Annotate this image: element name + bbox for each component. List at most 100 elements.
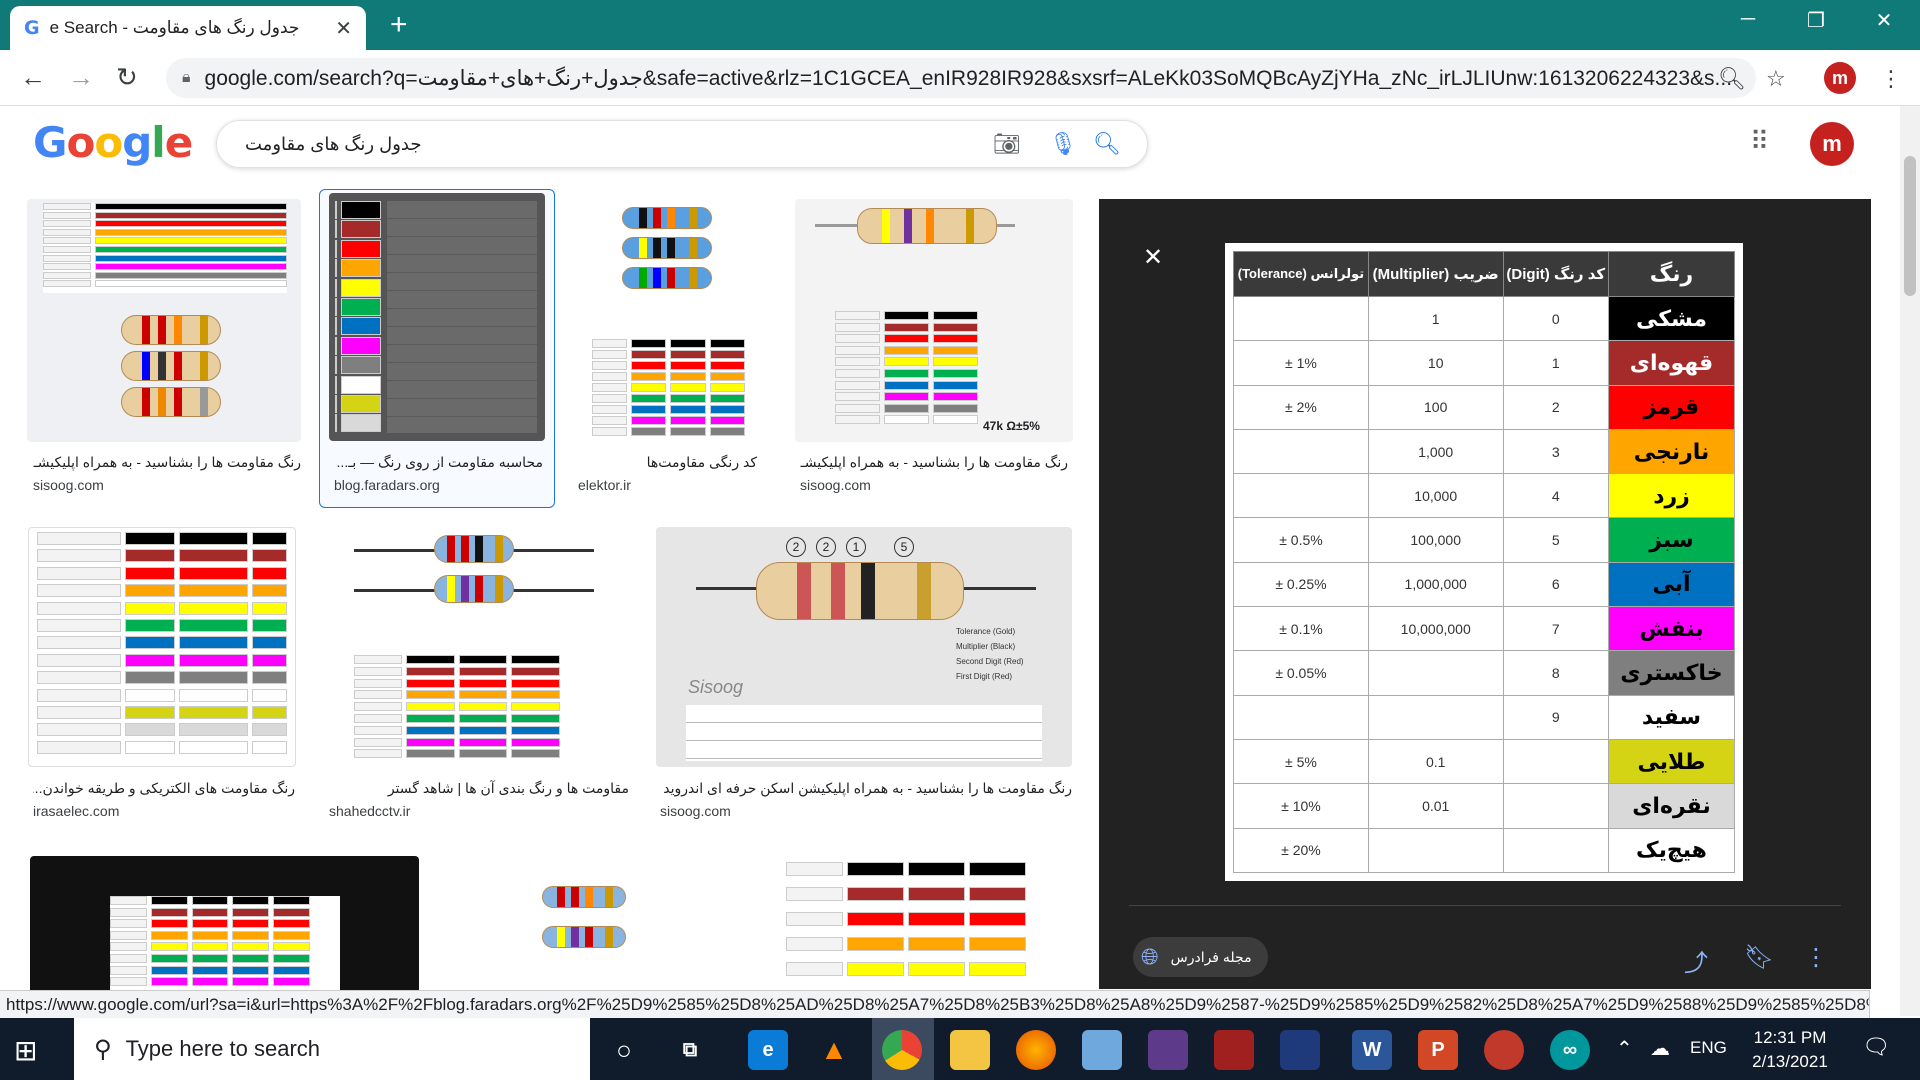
color-swatch <box>847 912 904 926</box>
resistor-drawing <box>121 315 221 345</box>
chevron-up-icon[interactable]: ⌃ <box>1616 1036 1633 1061</box>
color-swatch <box>835 334 880 344</box>
result-caption[interactable]: رنگ مقاومت ها را بشناسید - به همراه اپلی… <box>660 780 1072 797</box>
google-profile-avatar[interactable]: m <box>1810 122 1854 166</box>
lock-icon[interactable]: 🔒︎ <box>182 69 191 87</box>
file-explorer-icon[interactable] <box>950 1030 990 1070</box>
taskbar-search-box[interactable]: ⚲ Type here to search <box>74 1018 590 1080</box>
scrollbar-thumb[interactable] <box>1904 156 1916 296</box>
close-tab-icon[interactable]: ✕ <box>335 16 352 41</box>
firefox-icon[interactable] <box>1016 1030 1056 1070</box>
more-vert-icon[interactable]: ⋮ <box>1880 66 1902 92</box>
image-result-9[interactable] <box>452 856 716 990</box>
image-result-5[interactable] <box>28 527 296 767</box>
task-view-icon[interactable]: ⧉ <box>670 1030 710 1070</box>
browser-tab-active[interactable]: G e Search - جدول رنگ های مقاومت ✕ <box>10 6 366 50</box>
color-swatch <box>835 415 880 425</box>
more-vert-icon[interactable]: ⋮ <box>1804 943 1828 972</box>
result-caption[interactable]: کد رنگی مقاومت‌ها <box>577 454 757 471</box>
color-swatch <box>354 737 403 747</box>
color-swatch <box>406 690 455 700</box>
result-source[interactable]: sisoog.com <box>33 477 104 493</box>
close-icon[interactable]: ✕ <box>1143 243 1163 272</box>
search-box[interactable]: جدول رنگ های مقاومت 📷︎ 🎙︎ 🔍︎ <box>216 120 1148 168</box>
image-result-7[interactable]: 2215 Tolerance (Gold) Multiplier (Black) S… <box>656 527 1072 767</box>
close-window-icon[interactable]: ✕ <box>1864 8 1904 38</box>
image-result-2[interactable] <box>329 193 545 441</box>
game-icon[interactable] <box>1214 1030 1254 1070</box>
vlc-icon[interactable]: ▲ <box>814 1030 854 1070</box>
image-result-8[interactable] <box>30 856 419 990</box>
result-caption[interactable]: رنگ مقاومت ها را بشناسید - به همراه اپلی… <box>800 454 1068 471</box>
result-source[interactable]: shahedcctv.ir <box>329 803 410 819</box>
winrar-icon[interactable] <box>1148 1030 1188 1070</box>
image-result-4[interactable]: 47k Ω±5% <box>795 199 1073 442</box>
network-icon[interactable]: ☁︎ <box>1650 1036 1670 1061</box>
color-swatch <box>335 259 337 278</box>
notification-icon[interactable]: 🗨︎ <box>1862 1034 1890 1060</box>
color-swatch <box>709 416 745 425</box>
result-source[interactable]: sisoog.com <box>800 477 871 493</box>
game-icon[interactable] <box>1280 1030 1320 1070</box>
word-icon[interactable]: W <box>1352 1030 1392 1070</box>
color-swatch <box>191 965 229 975</box>
taskbar-search-input[interactable]: Type here to search <box>126 1036 320 1062</box>
camera-icon[interactable]: 📷︎ <box>993 131 1021 157</box>
zoom-icon[interactable]: 🔍︎ <box>1718 66 1746 92</box>
powerpoint-icon[interactable]: P <box>1418 1030 1458 1070</box>
language-indicator[interactable]: ENG <box>1690 1038 1727 1058</box>
color-swatch <box>335 298 381 316</box>
image-result-1[interactable] <box>27 199 301 442</box>
result-caption[interactable]: رنگ مقاومت ها را بشناسید - به همراه اپلی… <box>33 454 301 471</box>
color-swatch <box>95 246 287 253</box>
restore-icon[interactable]: ❐ <box>1796 8 1836 38</box>
color-code-grid-thumbnail <box>354 655 574 763</box>
color-swatch <box>335 336 337 355</box>
result-source[interactable]: blog.faradars.org <box>334 477 440 493</box>
edge-icon[interactable]: e <box>748 1030 788 1070</box>
color-swatch <box>125 706 175 719</box>
forward-arrow-icon[interactable]: → <box>68 62 94 93</box>
color-name-cell: آبی <box>1608 561 1735 608</box>
image-result-6[interactable] <box>324 527 628 767</box>
color-swatch <box>37 619 122 632</box>
multiplier-cell: 10,000,000 <box>1367 606 1504 652</box>
result-source[interactable]: elektor.ir <box>578 477 631 493</box>
cortana-circle-icon[interactable]: ○ <box>604 1030 644 1070</box>
arduino-icon[interactable]: ∞ <box>1550 1030 1590 1070</box>
star-icon[interactable]: ☆ <box>1766 66 1786 92</box>
screen-recorder-icon[interactable] <box>1484 1030 1524 1070</box>
search-input[interactable]: جدول رنگ های مقاومت <box>245 134 421 155</box>
minimize-icon[interactable]: ─ <box>1728 8 1768 38</box>
bookmark-icon[interactable]: 🔖︎ <box>1744 943 1774 972</box>
apps-grid-icon[interactable]: ⠿ <box>1750 126 1769 157</box>
color-swatch <box>95 203 287 210</box>
source-site-chip[interactable]: 🌐︎ مجله فرادرس <box>1133 937 1268 977</box>
result-caption[interactable]: محاسبه مقاومت از روی رنگ — بـ... <box>333 454 543 471</box>
mic-icon[interactable]: 🎙︎ <box>1049 131 1077 157</box>
result-source[interactable]: sisoog.com <box>660 803 731 819</box>
color-table-row: آبی 6 1,000,000 ± 0.25% <box>1233 561 1735 608</box>
windows-start-icon[interactable]: ⊞ <box>14 1034 37 1067</box>
color-swatch <box>37 549 122 563</box>
search-icon[interactable]: 🔍︎ <box>1093 131 1121 157</box>
new-tab-button[interactable]: + <box>390 8 408 42</box>
reload-icon[interactable]: ↻ <box>116 62 138 93</box>
address-bar[interactable]: 🔒︎ google.com/search?q=جدول+رنگ+های+مقاو… <box>166 58 1756 98</box>
chrome-icon[interactable] <box>882 1030 922 1070</box>
resistor-color-code-table[interactable]: رنگ کد رنگ (Digit) ضریب (Multiplier) تول… <box>1225 243 1743 881</box>
result-caption[interactable]: مقاومت ها و رنگ بندی آن ها | شاهد گستر <box>329 780 629 797</box>
color-swatch <box>110 896 147 905</box>
google-logo[interactable]: Google <box>33 118 193 167</box>
browser-profile-avatar[interactable]: m <box>1824 62 1856 94</box>
result-caption[interactable]: رنگ مقاومت های الکتریکی و طریقه خواندن..… <box>33 780 295 797</box>
result-source[interactable]: irasaelec.com <box>33 803 119 819</box>
image-result-10[interactable] <box>746 856 1072 990</box>
windows-taskbar: ⊞ ⚲ Type here to search ○ ⧉ e ▲ W P ∞ ⌃ … <box>0 1018 1920 1080</box>
share-icon[interactable]: ⤴ <box>1684 943 1708 978</box>
paint-icon[interactable] <box>1082 1030 1122 1070</box>
image-result-3[interactable] <box>572 199 768 442</box>
page-scrollbar[interactable] <box>1900 106 1920 1016</box>
back-arrow-icon[interactable]: ← <box>20 62 46 93</box>
system-clock[interactable]: 12:31 PM 2/13/2021 <box>1730 1026 1850 1074</box>
